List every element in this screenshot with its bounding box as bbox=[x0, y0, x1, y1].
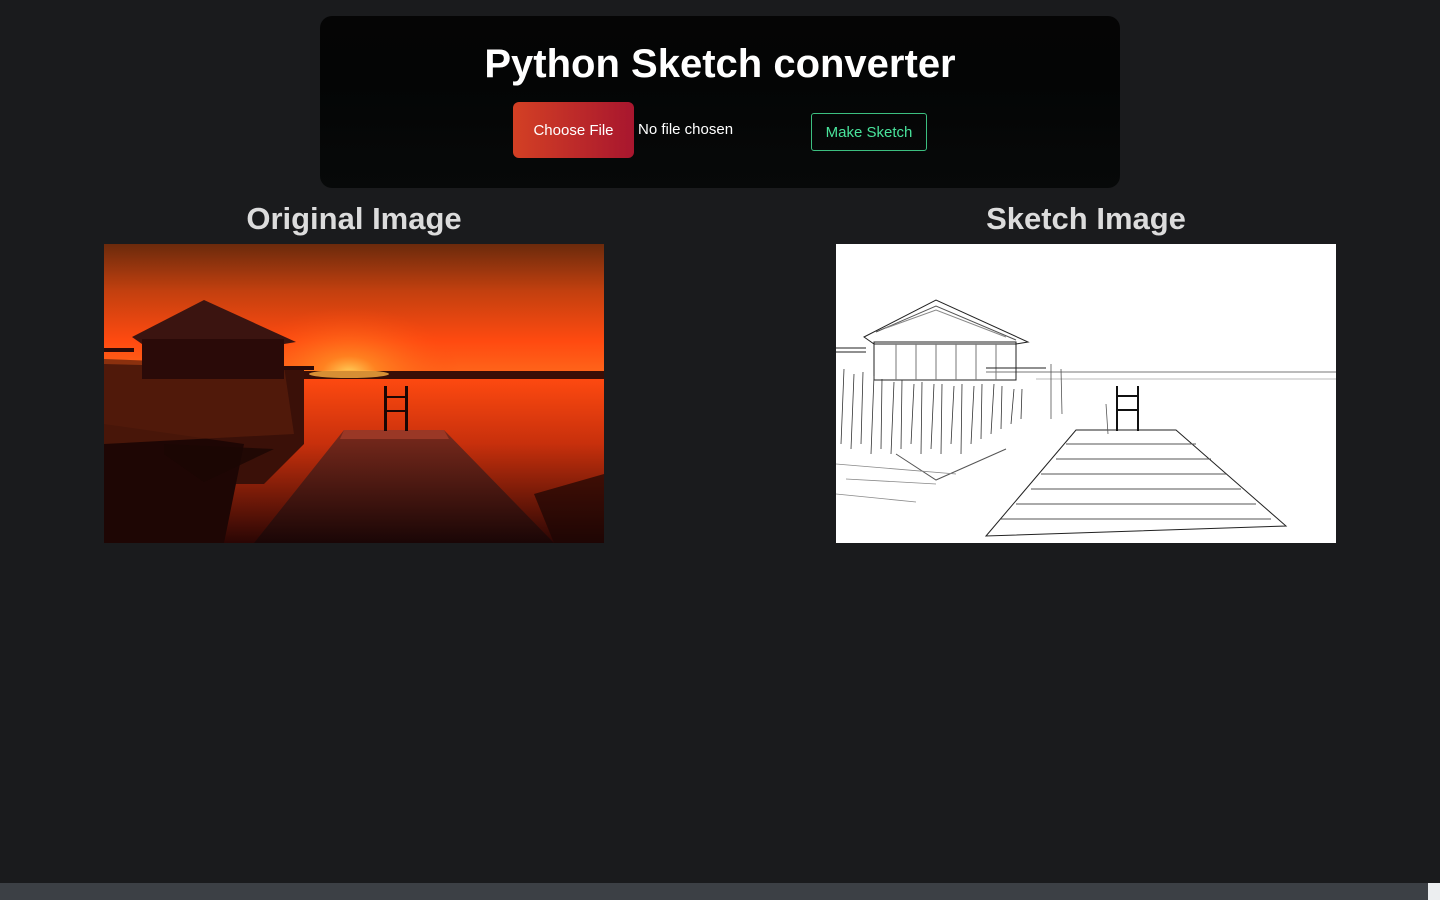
make-sketch-button[interactable]: Make Sketch bbox=[811, 113, 927, 151]
file-status-text: No file chosen bbox=[638, 121, 734, 138]
sketch-image bbox=[836, 244, 1336, 543]
sketch-photo-graphic bbox=[836, 244, 1336, 543]
header-card: Python Sketch converter Choose File No f… bbox=[320, 16, 1120, 188]
original-image bbox=[104, 244, 604, 543]
horizontal-scrollbar[interactable] bbox=[0, 883, 1428, 900]
sketch-image-heading: Sketch Image bbox=[986, 201, 1186, 236]
scrollbar-corner bbox=[1428, 883, 1440, 900]
page-title: Python Sketch converter bbox=[484, 42, 956, 86]
original-image-heading: Original Image bbox=[246, 201, 462, 236]
choose-file-button[interactable]: Choose File bbox=[513, 102, 634, 158]
original-photo-graphic bbox=[104, 244, 604, 543]
